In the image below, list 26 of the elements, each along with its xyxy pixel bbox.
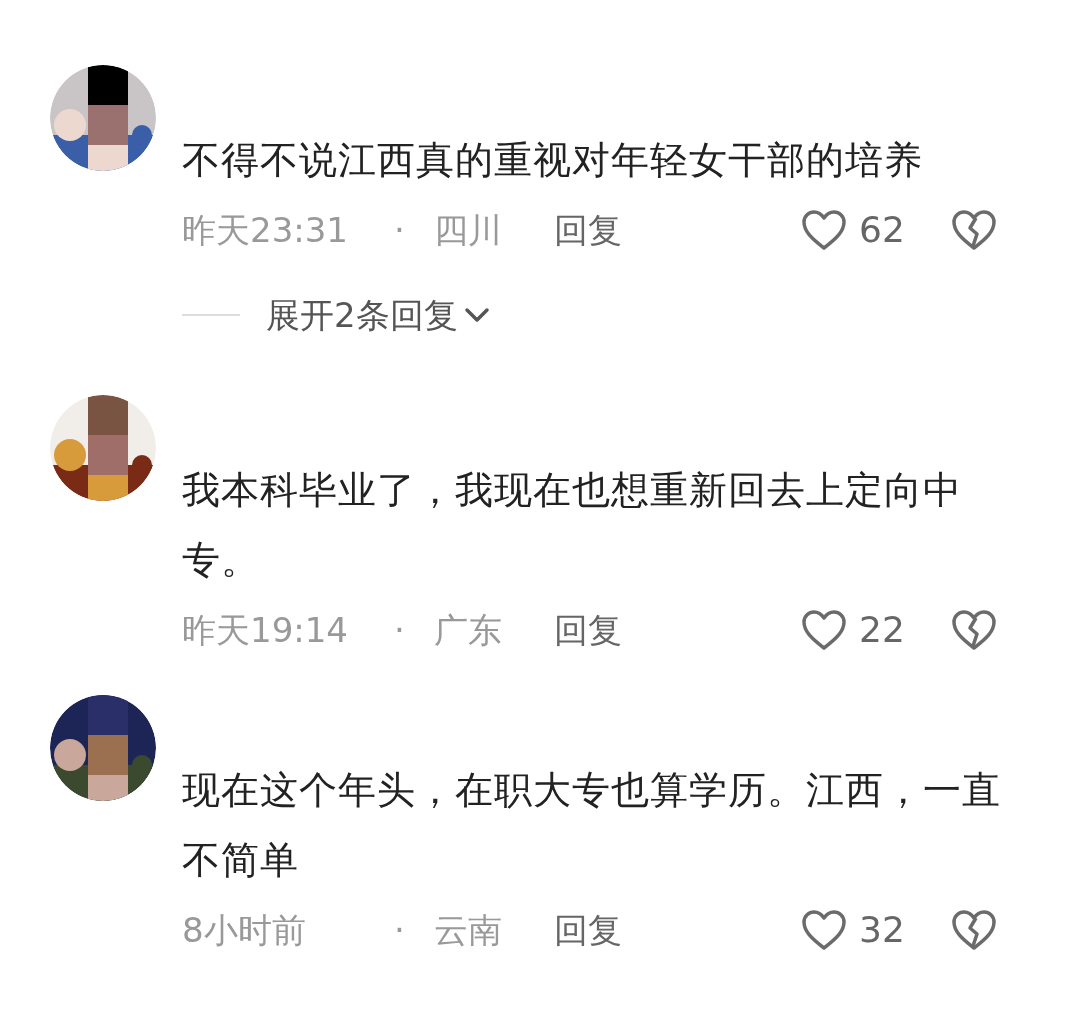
broken-heart-icon[interactable] xyxy=(951,609,997,651)
comment-text: 我本科毕业了，我现在也想重新回去上定向中专。 xyxy=(182,467,963,584)
comment-time: 昨天19:14 xyxy=(182,608,349,652)
comment-location: 四川 xyxy=(434,208,503,252)
heart-icon[interactable] xyxy=(801,209,847,251)
comment-text: 不得不说江西真的重视对年轻女干部的培养 xyxy=(182,137,924,184)
separator-dot: · xyxy=(394,608,406,652)
broken-heart-icon[interactable] xyxy=(951,209,997,251)
separator-dot: · xyxy=(394,908,406,952)
like-count: 22 xyxy=(859,608,905,652)
like-count: 62 xyxy=(859,208,905,252)
broken-heart-icon[interactable] xyxy=(951,909,997,951)
comment-location: 云南 xyxy=(434,908,503,952)
reply-button[interactable]: 回复 xyxy=(554,204,622,256)
comment-text: 现在这个年头，在职大专也算学历。江西，一直不简单 xyxy=(182,767,1002,884)
like-count: 32 xyxy=(859,908,905,952)
reply-button[interactable]: 回复 xyxy=(554,604,622,656)
chevron-down-icon xyxy=(463,307,490,323)
separator-dot: · xyxy=(394,208,406,252)
heart-icon[interactable] xyxy=(801,909,847,951)
comment-time: 昨天23:31 xyxy=(182,208,349,252)
expand-replies-button[interactable]: 展开2条回复 xyxy=(266,289,490,341)
heart-icon[interactable] xyxy=(801,609,847,651)
reply-button[interactable]: 回复 xyxy=(554,904,622,956)
comment-time: 8小时前 xyxy=(182,908,307,952)
comment-location: 广东 xyxy=(434,608,503,652)
